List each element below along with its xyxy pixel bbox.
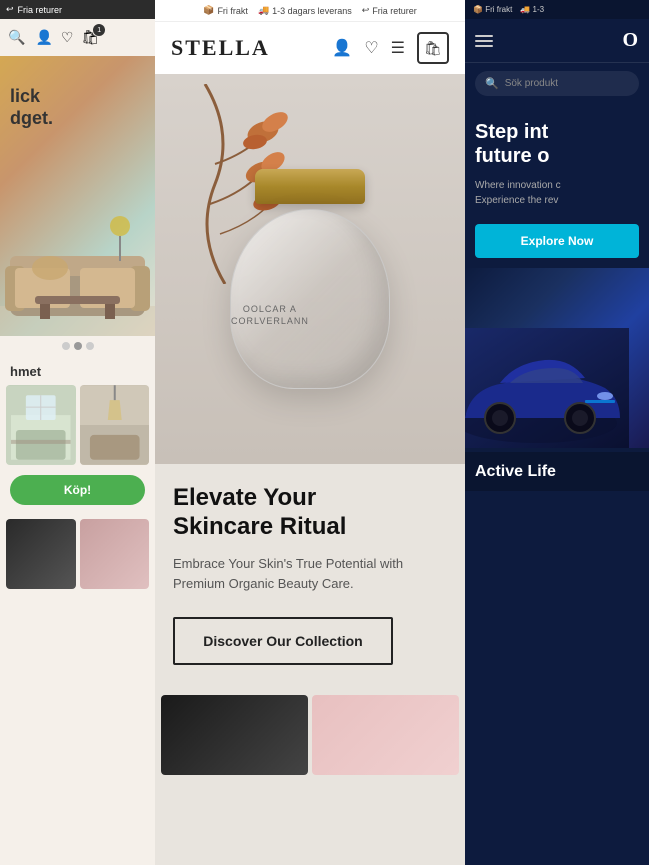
right-topbar-frakt: 📦 Fri frakt — [473, 5, 512, 14]
left-cart-badge: 1 — [93, 24, 105, 36]
right-car-image — [465, 268, 649, 448]
right-search-icon: 🔍 — [485, 77, 499, 90]
center-topbar-frakt: 📦 Fri frakt — [203, 5, 248, 16]
left-hero-image: lick dget. — [0, 56, 155, 336]
center-product-title: Elevate Your Skincare Ritual — [173, 484, 447, 542]
center-panel: 📦 Fri frakt 🚚 1-3 dagars leverans ↩ Fria… — [155, 0, 465, 865]
left-return-icon: ↩ — [6, 4, 14, 15]
right-top-bar: 📦 Fri frakt 🚚 1-3 — [465, 0, 649, 19]
left-return-text: Fria returer — [18, 5, 63, 15]
right-search-bar[interactable]: 🔍 Sök produkt — [475, 71, 639, 96]
left-panel: ↩ Fria returer 🔍 👤 ♡ 🛍 1 lick dget. — [0, 0, 155, 865]
jar-label: OOLCAR A CORLVERLANN — [231, 303, 309, 328]
left-nav-icons: 👤 ♡ 🛍 1 — [35, 29, 99, 46]
right-hero-heading: Step int future o — [475, 120, 639, 168]
right-topbar-delivery: 🚚 1-3 — [520, 5, 544, 14]
center-nav-bar: STELLA 👤 ♡ ☰ 🛍 — [155, 22, 465, 74]
dot-3[interactable] — [86, 342, 94, 350]
jar-body: OOLCAR A CORLVERLANN — [230, 209, 390, 389]
left-bottom-products — [0, 515, 155, 593]
left-nav-bar: 🔍 👤 ♡ 🛍 1 — [0, 19, 155, 56]
center-bottom-thumbs — [155, 685, 465, 775]
dot-1[interactable] — [62, 342, 70, 350]
frakt-icon: 📦 — [203, 5, 214, 16]
right-search-placeholder: Sök produkt — [505, 78, 558, 89]
room-card-1[interactable] — [6, 385, 76, 465]
left-product-thumb-2[interactable] — [80, 519, 150, 589]
left-buy-button[interactable]: Köp! — [10, 475, 145, 505]
car-svg — [465, 328, 629, 448]
center-product-info: Elevate Your Skincare Ritual Embrace You… — [155, 464, 465, 685]
explore-now-button[interactable]: Explore Now — [475, 224, 639, 258]
center-user-icon[interactable]: 👤 — [332, 38, 352, 58]
room-card-2[interactable] — [80, 385, 150, 465]
product-jar: OOLCAR A CORLVERLANN — [210, 129, 410, 409]
right-frakt-icon: 📦 — [473, 5, 483, 14]
center-thumb-1[interactable] — [161, 695, 308, 775]
center-product-desc: Embrace Your Skin's True Potential with … — [173, 554, 447, 596]
center-thumb-2[interactable] — [312, 695, 459, 775]
returns-icon: ↩ — [362, 5, 370, 16]
right-hero-section: Step int future o Where innovation c Exp… — [465, 104, 649, 268]
center-heart-icon[interactable]: ♡ — [364, 38, 378, 58]
right-logo[interactable]: O — [622, 29, 639, 52]
right-nav-bar: O — [465, 19, 649, 63]
left-product-thumb-1[interactable] — [6, 519, 76, 589]
center-logo[interactable]: STELLA — [171, 35, 270, 61]
discover-collection-button[interactable]: Discover Our Collection — [173, 617, 393, 665]
right-hero-sub: Where innovation c Experience the rev — [475, 178, 639, 208]
right-active-life-title: Active Life — [475, 462, 639, 481]
right-active-life-section: Active Life — [465, 452, 649, 491]
left-room-grid — [0, 385, 155, 465]
dot-2[interactable] — [74, 342, 82, 350]
jar-lid — [255, 169, 365, 204]
left-user-icon[interactable]: 👤 — [35, 29, 52, 46]
right-delivery-icon: 🚚 — [520, 5, 530, 14]
center-top-bar: 📦 Fri frakt 🚚 1-3 dagars leverans ↩ Fria… — [155, 0, 465, 22]
left-hero-text: lick dget. — [10, 86, 53, 129]
center-product-hero: OOLCAR A CORLVERLANN — [155, 74, 465, 464]
left-heart-icon[interactable]: ♡ — [61, 29, 74, 46]
left-section-title: hmet — [0, 356, 155, 385]
center-topbar-delivery: 🚚 1-3 dagars leverans — [258, 5, 352, 16]
right-menu-icon[interactable] — [475, 35, 493, 47]
left-dot-indicator — [0, 336, 155, 356]
center-cart-icon[interactable]: 🛍 — [417, 32, 449, 64]
center-nav-icons: 👤 ♡ ☰ 🛍 — [332, 32, 449, 64]
left-cart-icon[interactable]: 🛍 1 — [81, 29, 99, 46]
right-panel: 📦 Fri frakt 🚚 1-3 O 🔍 Sök produkt Step i… — [465, 0, 649, 865]
left-top-bar: ↩ Fria returer — [0, 0, 155, 19]
center-topbar-returns: ↩ Fria returer — [362, 5, 417, 16]
center-menu-icon[interactable]: ☰ — [391, 38, 405, 58]
left-search-icon[interactable]: 🔍 — [8, 29, 25, 46]
delivery-icon: 🚚 — [258, 5, 269, 16]
left-sofa-svg — [0, 196, 155, 336]
